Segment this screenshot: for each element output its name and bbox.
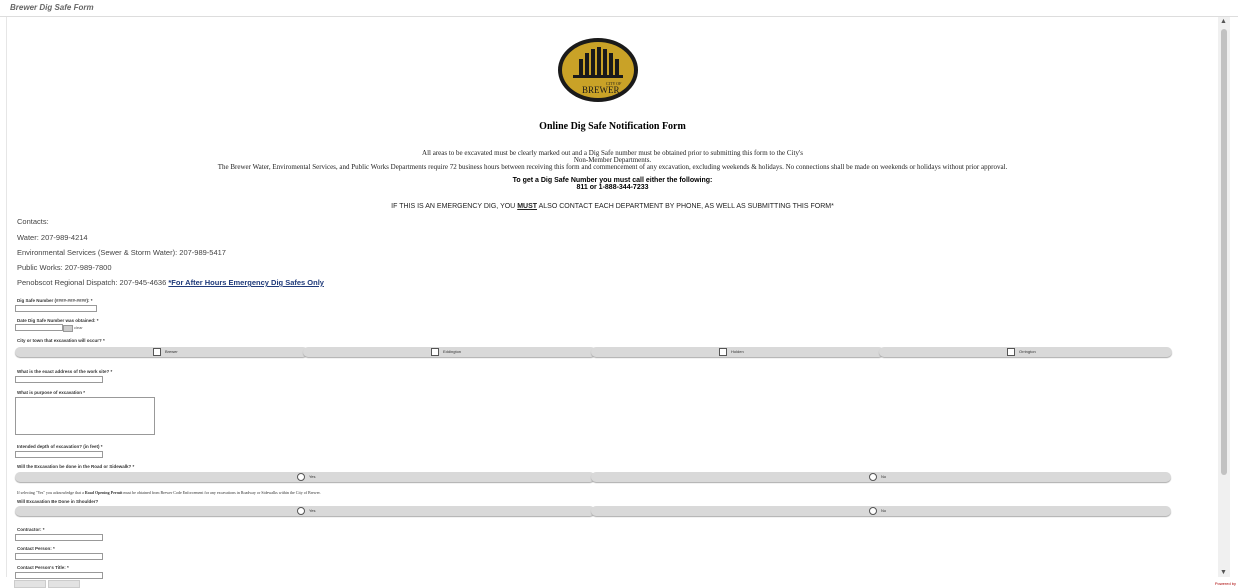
scroll-thumb[interactable]: [1221, 29, 1227, 475]
dig-safe-number-input[interactable]: [15, 305, 97, 312]
dispatch-link[interactable]: *For After Hours Emergency Dig Safes Onl…: [168, 278, 324, 287]
shoulder-option-yes[interactable]: Yes: [15, 506, 595, 516]
depth-label: Intended depth of excavation? (in feet) …: [17, 444, 103, 449]
logo-line2: BREWER: [582, 85, 620, 95]
city-option-label: Brewer: [165, 349, 178, 354]
contacts-heading: Contacts:: [17, 217, 49, 226]
calendar-icon[interactable]: [63, 325, 73, 332]
shoulder-no-radio[interactable]: [869, 507, 877, 515]
form-title: Online Dig Safe Notification Form: [539, 121, 686, 132]
dig-safe-number-label: Dig Safe Number (####-###-####): *: [17, 298, 93, 303]
shoulder-option-no[interactable]: No: [591, 506, 1171, 516]
date-obtained-label: Date Dig Safe Number was obtained: *: [17, 318, 99, 323]
city-option-holden[interactable]: Holden: [591, 347, 884, 357]
road-no-radio[interactable]: [869, 473, 877, 481]
window-titlebar: Brewer Dig Safe Form: [0, 0, 1238, 17]
road-yes-label: Yes: [309, 474, 316, 479]
emergency-post: ALSO CONTACT EACH DEPARTMENT BY PHONE, A…: [537, 203, 834, 210]
orrington-checkbox[interactable]: [1007, 348, 1015, 356]
road-yes-radio[interactable]: [297, 473, 305, 481]
emergency-must: MUST: [517, 203, 538, 210]
city-logo: CITY OF BREWER: [558, 38, 638, 102]
city-option-orrington[interactable]: Orrington: [879, 347, 1172, 357]
contact-title-input[interactable]: [15, 572, 103, 579]
form-frame: CITY OF BREWER Online Dig Safe Notificat…: [6, 17, 1218, 579]
city-option-label: Orrington: [1019, 349, 1036, 354]
contractor-label: Contractor: *: [17, 527, 45, 532]
eddington-checkbox[interactable]: [431, 348, 439, 356]
contact-title-label: Contact Person's Title: *: [17, 565, 69, 570]
road-note-bold: Road Opening Permit: [84, 490, 123, 495]
date-obtained-input[interactable]: [15, 324, 63, 331]
brewer-checkbox[interactable]: [153, 348, 161, 356]
city-option-brewer[interactable]: Brewer: [15, 347, 308, 357]
road-note-post: must be obtained from Brewer Code Enforc…: [122, 490, 321, 495]
vertical-scrollbar[interactable]: ▲ ▼: [1218, 17, 1230, 577]
date-clear-link[interactable]: clear: [74, 325, 83, 330]
address-label: What is the exact address of the work si…: [17, 369, 113, 374]
shoulder-yes-radio[interactable]: [297, 507, 305, 515]
road-option-yes[interactable]: Yes: [15, 472, 595, 482]
window-title: Brewer Dig Safe Form: [10, 3, 94, 12]
scroll-down-icon[interactable]: ▼: [1220, 569, 1227, 576]
contact-person-input[interactable]: [15, 553, 103, 560]
contact-environmental: Environmental Services (Sewer & Storm Wa…: [17, 248, 226, 257]
contractor-input[interactable]: [15, 534, 103, 541]
road-question-label: Will the Excavation be done in the Road …: [17, 464, 135, 469]
dig-safe-call-line2: 811 or 1-888-344-7233: [576, 184, 649, 191]
holden-checkbox[interactable]: [719, 348, 727, 356]
powered-by-label: Powered by: [1214, 581, 1236, 586]
scroll-up-icon[interactable]: ▲: [1220, 18, 1227, 25]
emergency-pre: IF THIS IS AN EMERGENCY DIG, YOU: [391, 203, 518, 210]
dispatch-text: Penobscot Regional Dispatch: 207-945-463…: [17, 278, 169, 287]
contact-dispatch: Penobscot Regional Dispatch: 207-945-463…: [17, 278, 324, 287]
city-option-label: Holden: [731, 349, 744, 354]
depth-input[interactable]: [15, 451, 103, 458]
purpose-label: What is purpose of excavation *: [17, 390, 86, 395]
road-no-label: No: [881, 474, 887, 479]
shoulder-no-label: No: [881, 508, 887, 513]
contact-public-works: Public Works: 207-989-7800: [17, 263, 112, 272]
city-question-label: City or town that excavation will occur?…: [17, 338, 105, 343]
shoulder-question-label: Will Excavation Be Done in Shoulder?: [17, 499, 99, 504]
road-option-no[interactable]: No: [591, 472, 1171, 482]
city-option-eddington[interactable]: Eddington: [303, 347, 596, 357]
intro-line3: The Brewer Water, Enviromental Services,…: [217, 163, 1008, 171]
road-note-pre: If selecting "Yes" you acknowledge that …: [17, 490, 85, 495]
address-input[interactable]: [15, 376, 103, 383]
road-permit-note: If selecting "Yes" you acknowledge that …: [17, 490, 321, 495]
contact-water: Water: 207-989-4214: [17, 233, 88, 242]
contact-person-label: Contact Person: *: [17, 546, 55, 551]
city-option-label: Eddington: [443, 349, 462, 354]
shoulder-yes-label: Yes: [309, 508, 316, 513]
purpose-textarea[interactable]: [15, 397, 155, 435]
emergency-notice: IF THIS IS AN EMERGENCY DIG, YOU MUST AL…: [7, 203, 1218, 210]
